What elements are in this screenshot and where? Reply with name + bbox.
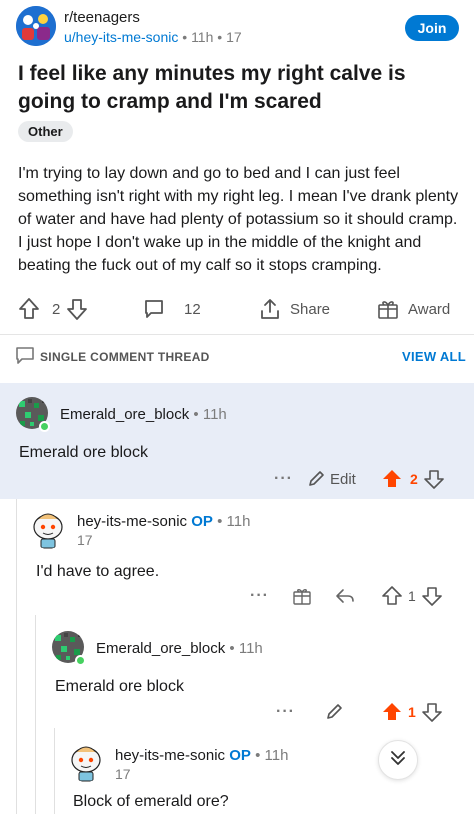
thread-line[interactable] [54,728,55,814]
comment-vote-group: 1 [382,702,442,722]
award-icon[interactable] [292,586,312,611]
award-icon [376,297,400,321]
comment-author[interactable]: hey-its-me-sonic [77,513,187,530]
avatar[interactable] [68,742,104,782]
upvote-icon[interactable] [382,702,402,722]
post-comments-button[interactable]: 12 [142,297,201,321]
thread-line[interactable] [35,615,36,814]
edit-pencil-icon [306,469,326,489]
post-vote-count: 2 [52,300,61,318]
comment-author-flair: 17 [115,766,131,782]
post-body: I'm trying to lay down and go to bed and… [18,165,459,274]
comment-author-line: Emerald_ore_block • 11h [96,640,263,657]
online-status-dot [39,421,50,432]
comment-separator: • [217,513,223,530]
share-label: Share [290,300,331,318]
comment-separator: • [255,747,261,764]
comment-vote-count: 1 [408,588,416,604]
comment-text: Emerald ore block [55,678,184,695]
comment-author-line: hey-its-me-sonic OP • 11h [77,513,250,530]
downvote-icon[interactable] [421,702,442,722]
downvote-icon[interactable] [423,469,444,489]
award-button[interactable]: Award [376,297,450,321]
comment-vote-group: 1 [382,586,442,606]
chevron-down-double-icon [387,747,409,774]
edit-pencil-icon[interactable] [324,702,344,727]
comment-separator: • [193,406,199,423]
comment-author-line: Emerald_ore_block • 11h [60,406,227,423]
comment-age: 11h [238,640,263,657]
edit-label: Edit [330,470,356,488]
comment-vote-count: 1 [408,704,416,720]
comment-vote-count: 2 [410,471,418,487]
comment-author[interactable]: Emerald_ore_block [96,640,225,657]
author-flair: 17 [226,29,242,45]
comment-author[interactable]: Emerald_ore_block [60,406,189,423]
online-status-dot [75,655,86,666]
downvote-icon[interactable] [66,297,88,321]
comment-separator: • [229,640,235,657]
post-divider [0,334,474,335]
meta-separator: • [182,29,188,45]
comment-age: 11h [264,747,289,764]
share-button[interactable]: Share [258,297,330,321]
comment-author[interactable]: hey-its-me-sonic [115,747,225,764]
view-all-button[interactable]: VIEW ALL [402,349,466,364]
op-badge: OP [229,747,251,764]
comment-vote-group: 2 [382,469,444,489]
meta-separator: • [217,29,223,45]
more-dots-icon[interactable]: ··· [276,703,295,721]
post-author[interactable]: u/hey-its-me-sonic [64,29,178,45]
post-flair[interactable]: Other [18,121,73,142]
subreddit-name[interactable]: r/teenagers [64,9,140,26]
avatar[interactable] [30,509,66,549]
edit-button[interactable]: Edit [306,469,356,489]
award-label: Award [408,300,451,318]
upvote-icon[interactable] [382,469,402,489]
comment-age: 11h [226,513,251,530]
share-icon [258,297,282,321]
more-dots-icon[interactable]: ··· [250,587,269,605]
upvote-icon[interactable] [18,297,40,321]
next-comment-button[interactable] [378,740,418,780]
post-vote-group: 2 [18,297,88,321]
post-age: 11h [191,29,214,45]
comment-text: Emerald ore block [19,444,148,461]
comment-author-line: hey-its-me-sonic OP • 11h [115,747,288,764]
op-badge: OP [191,513,213,530]
comment-author-flair: 17 [77,532,93,548]
post-title: I feel like any minutes my right calve i… [18,62,406,113]
more-dots-icon[interactable]: ··· [274,470,293,488]
comment-age: 11h [202,406,227,423]
single-thread-icon [14,345,36,372]
post-comment-count: 12 [184,300,201,318]
downvote-icon[interactable] [421,586,442,606]
post-meta: u/hey-its-me-sonic • 11h • 17 [64,29,242,45]
comment-text: I'd have to agree. [36,563,160,580]
join-button[interactable]: Join [405,15,459,41]
subreddit-avatar[interactable] [16,6,56,46]
reply-icon[interactable] [334,586,356,611]
upvote-icon[interactable] [382,586,402,606]
comment-text: Block of emerald ore? [73,793,229,810]
single-comment-thread-label: SINGLE COMMENT THREAD [40,350,210,364]
comment-icon [142,297,166,321]
thread-line[interactable] [16,499,17,814]
